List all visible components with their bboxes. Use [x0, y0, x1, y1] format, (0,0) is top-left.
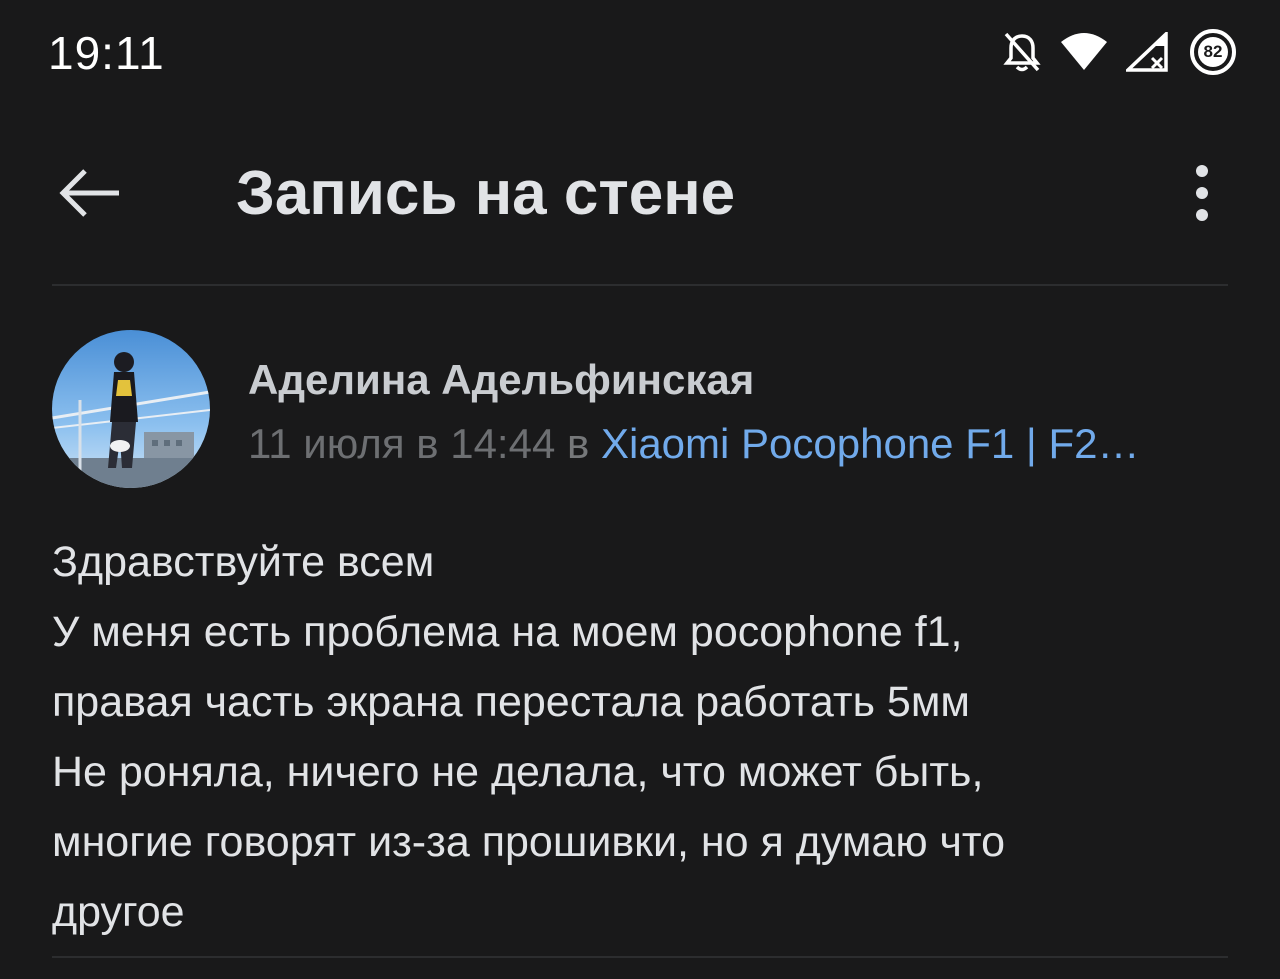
status-time: 19:11	[48, 27, 165, 79]
post-header: Аделина Адельфинская 11 июля в 14:44 в X…	[0, 330, 1280, 490]
status-icons: 82	[1002, 26, 1238, 78]
community-link[interactable]: Xiaomi Pocophone F1 | F2…	[601, 420, 1140, 467]
avatar[interactable]	[52, 330, 210, 488]
notifications-off-icon	[1002, 30, 1042, 74]
post-text: Здравствуйте всем У меня есть проблема н…	[52, 527, 1232, 947]
more-button[interactable]	[1172, 158, 1232, 232]
wifi-icon	[1060, 32, 1108, 72]
page-title: Запись на стене	[236, 159, 736, 228]
author-name[interactable]: Аделина Адельфинская	[248, 356, 754, 404]
post-text-line: Не роняла, ничего не делала, что может б…	[52, 748, 984, 796]
back-button[interactable]	[50, 160, 130, 230]
divider	[52, 284, 1228, 286]
post-text-line: У меня есть проблема на моем pocophone f…	[52, 608, 963, 656]
post-text-line: многие говорят из-за прошивки, но я дума…	[52, 818, 1006, 866]
battery-icon: 82	[1188, 27, 1238, 77]
more-vertical-icon	[1192, 163, 1212, 228]
post-date: 11 июля в 14:44	[248, 420, 556, 467]
post-text-line: правая часть экрана перестала работать 5…	[52, 678, 970, 726]
post-meta: 11 июля в 14:44 в Xiaomi Pocophone F1 | …	[248, 420, 1218, 468]
meta-in-word: в	[555, 420, 601, 467]
status-bar: 19:11 82	[0, 0, 1280, 100]
post-text-line: другое	[52, 888, 185, 936]
cellular-no-data-icon	[1126, 32, 1170, 72]
post-text-line: Здравствуйте всем	[52, 538, 435, 586]
toolbar: Запись на стене	[0, 120, 1280, 270]
battery-level: 82	[1203, 42, 1223, 61]
divider	[52, 956, 1228, 958]
arrow-left-icon	[57, 168, 123, 223]
